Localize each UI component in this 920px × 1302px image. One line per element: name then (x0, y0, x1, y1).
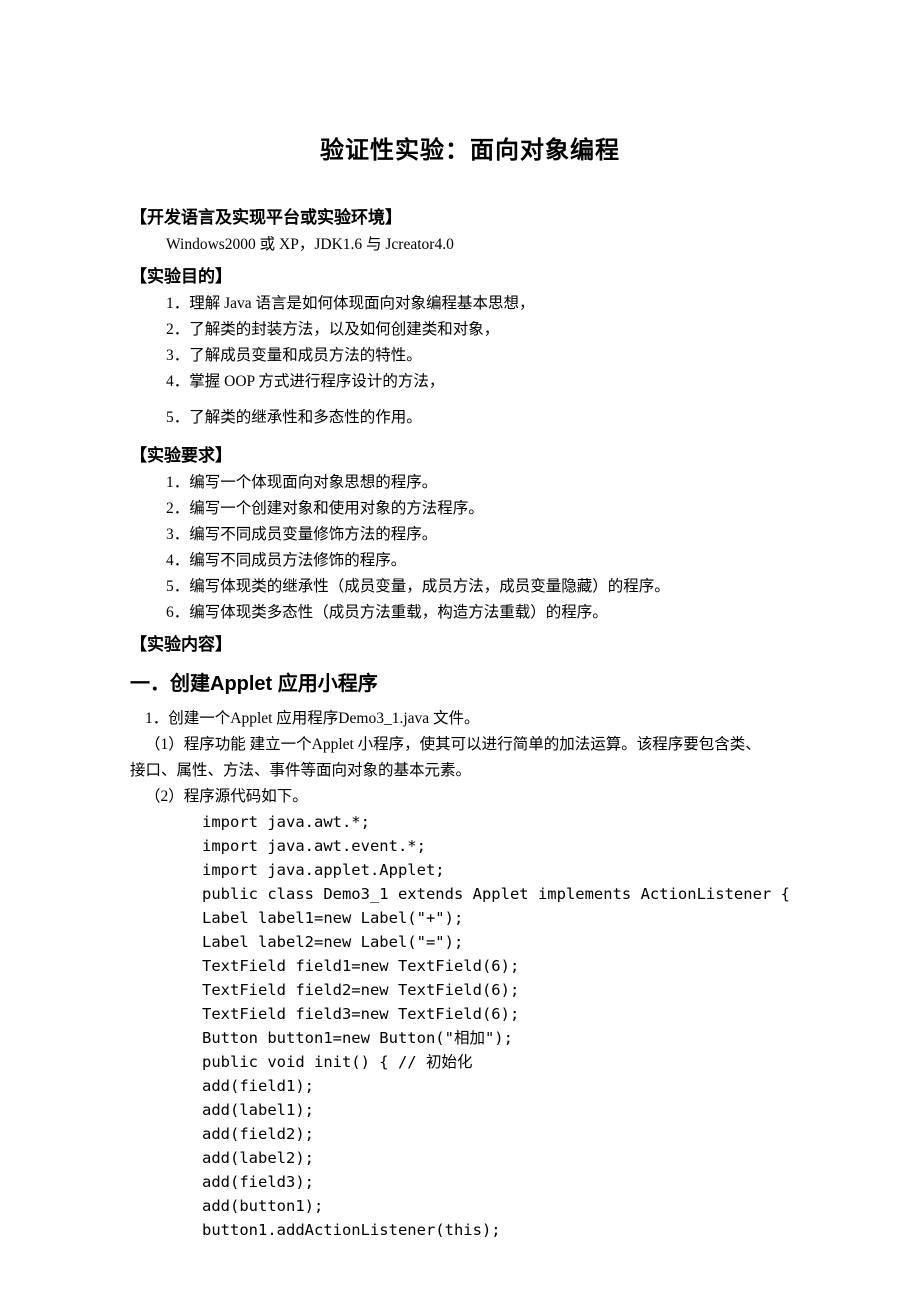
content-desc-1a: （1）程序功能 建立一个Applet 小程序，使其可以进行简单的加法运算。该程序… (130, 732, 810, 758)
section-header-objectives: 【实验目的】 (130, 262, 810, 287)
code-line: TextField field2=new TextField(6); (202, 978, 810, 1002)
objective-item-2: 2．了解类的封装方法，以及如何创建类和对象， (166, 317, 810, 343)
objective-item-3: 3．了解成员变量和成员方法的特性。 (166, 343, 810, 369)
dev-env-text: Windows2000 或 XP，JDK1.6 与 Jcreator4.0 (166, 232, 810, 258)
document-title: 验证性实验：面向对象编程 (130, 130, 810, 165)
requirement-item-1: 1．编写一个体现面向对象思想的程序。 (166, 470, 810, 496)
code-line: Button button1=new Button("相加"); (202, 1026, 810, 1050)
code-line: TextField field1=new TextField(6); (202, 954, 810, 978)
requirement-item-5: 5．编写体现类的继承性（成员变量，成员方法，成员变量隐藏）的程序。 (166, 574, 810, 600)
code-line: import java.applet.Applet; (202, 858, 810, 882)
objective-item-5: 5．了解类的继承性和多态性的作用。 (166, 405, 810, 431)
code-line: add(label2); (202, 1146, 810, 1170)
section-header-content: 【实验内容】 (130, 630, 810, 655)
code-line: add(button1); (202, 1194, 810, 1218)
section-header-requirements: 【实验要求】 (130, 441, 810, 466)
requirement-item-2: 2．编写一个创建对象和使用对象的方法程序。 (166, 496, 810, 522)
document-page: 验证性实验：面向对象编程 【开发语言及实现平台或实验环境】 Windows200… (0, 0, 920, 1302)
code-line: import java.awt.*; (202, 810, 810, 834)
code-line: TextField field3=new TextField(6); (202, 1002, 810, 1026)
objective-item-4: 4．掌握 OOP 方式进行程序设计的方法， (166, 369, 810, 395)
code-line: import java.awt.event.*; (202, 834, 810, 858)
code-line: public void init() { // 初始化 (202, 1050, 810, 1074)
subsection-title-applet: 一．创建Applet 应用小程序 (130, 667, 810, 696)
requirement-item-6: 6．编写体现类多态性（成员方法重载，构造方法重载）的程序。 (166, 600, 810, 626)
requirement-item-3: 3．编写不同成员变量修饰方法的程序。 (166, 522, 810, 548)
requirement-item-4: 4．编写不同成员方法修饰的程序。 (166, 548, 810, 574)
code-line: public class Demo3_1 extends Applet impl… (202, 882, 810, 906)
code-line: add(label1); (202, 1098, 810, 1122)
section-header-dev-env: 【开发语言及实现平台或实验环境】 (130, 203, 810, 228)
code-line: Label label2=new Label("="); (202, 930, 810, 954)
content-step-1: 1．创建一个Applet 应用程序Demo3_1.java 文件。 (130, 706, 810, 732)
code-line: Label label1=new Label("+"); (202, 906, 810, 930)
code-line: add(field2); (202, 1122, 810, 1146)
code-line: button1.addActionListener(this); (202, 1218, 810, 1242)
code-line: add(field3); (202, 1170, 810, 1194)
content-desc-1b: 接口、属性、方法、事件等面向对象的基本元素。 (130, 758, 810, 784)
content-desc-2: （2）程序源代码如下。 (130, 784, 810, 810)
objective-item-1: 1．理解 Java 语言是如何体现面向对象编程基本思想， (166, 291, 810, 317)
code-line: add(field1); (202, 1074, 810, 1098)
